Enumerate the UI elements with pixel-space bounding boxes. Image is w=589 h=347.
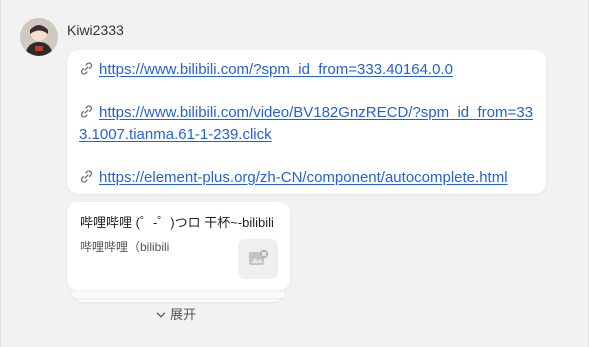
message-bubble: https://www.bilibili.com/?spm_id_from=33… [67,50,546,194]
link-preview-card[interactable]: 哔哩哔哩 (゜-゜)つロ 干杯~-bilibili 哔哩哔哩（bilibili [67,202,290,290]
avatar-image [20,18,58,56]
message-username: Kiwi2333 [67,22,124,38]
broken-image-icon [249,249,269,265]
link-url[interactable]: https://www.bilibili.com/?spm_id_from=33… [99,61,453,78]
link-url[interactable]: https://www.bilibili.com/video/BV182GnzR… [79,104,533,143]
link-preview-title: 哔哩哔哩 (゜-゜)つロ 干杯~-bilibili [80,215,274,230]
stacked-card-shadow [72,290,285,298]
link-preview-thumbnail [238,239,278,279]
user-avatar[interactable] [20,18,58,56]
message-link-1: https://www.bilibili.com/?spm_id_from=33… [79,59,536,81]
message-link-2: https://www.bilibili.com/video/BV182GnzR… [79,102,536,146]
expand-label: 展开 [170,307,197,322]
message-link-3: https://element-plus.org/zh-CN/component… [79,167,536,189]
expand-button[interactable]: 展开 [156,306,196,324]
chevron-down-icon [156,312,166,318]
link-icon [80,105,93,118]
link-icon [80,62,93,75]
link-url[interactable]: https://element-plus.org/zh-CN/component… [99,169,508,186]
link-preview-stack: 哔哩哔哩 (゜-゜)つロ 干杯~-bilibili 哔哩哔哩（bilibili [67,202,290,302]
chat-panel: Kiwi2333 https://www.bilibili.com/?spm_i… [0,0,589,347]
link-preview-site: 哔哩哔哩（bilibili [80,240,170,254]
link-icon [80,170,93,183]
